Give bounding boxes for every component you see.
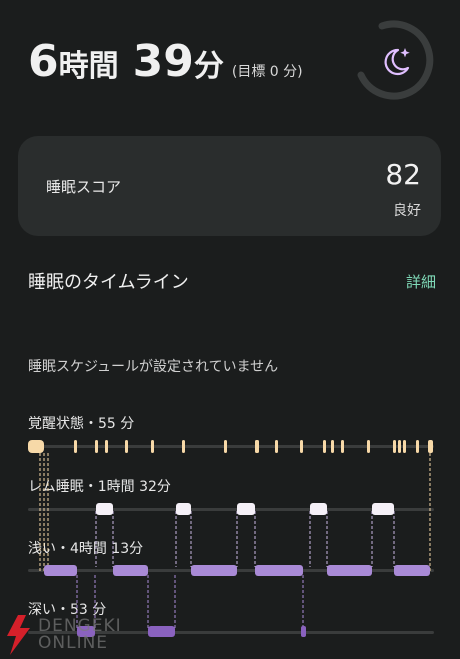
light-segment [44, 565, 77, 576]
light-segment [113, 565, 148, 576]
awake-segment [28, 440, 44, 453]
awake-segment [125, 440, 128, 453]
awake-segment [182, 440, 185, 453]
light-segment [327, 565, 372, 576]
deep-segment [148, 626, 175, 637]
awake-segment [428, 440, 433, 453]
awake-segment [398, 440, 401, 453]
awake-segment [331, 440, 334, 453]
awake-segment [275, 440, 278, 453]
deep-segment [301, 626, 306, 637]
awake-segment [367, 440, 370, 453]
light-segment [255, 565, 303, 576]
awake-segment [300, 440, 303, 453]
awake-segment [224, 440, 227, 453]
awake-segment [74, 440, 77, 453]
light-segment [191, 565, 237, 576]
awake-segment [151, 440, 154, 453]
awake-segment [105, 440, 108, 453]
light-segment [394, 565, 430, 576]
lightning-logo-icon [7, 615, 30, 655]
rem-segment [310, 503, 327, 515]
awake-segment [416, 440, 419, 453]
watermark-logo: DENGEKI ONLINE [4, 614, 122, 656]
awake-segment [95, 440, 98, 453]
rem-segment [96, 503, 113, 515]
rem-segment [176, 503, 191, 515]
rem-segment [237, 503, 255, 515]
awake-segment [341, 440, 344, 453]
rem-segment [372, 503, 394, 515]
awake-track [28, 445, 434, 448]
sleep-timeline-chart [28, 440, 434, 637]
awake-segment [393, 440, 396, 453]
awake-segment [323, 440, 326, 453]
stage-transitions [39, 453, 431, 628]
watermark-line2: ONLINE [38, 633, 109, 653]
awake-segment [403, 440, 406, 453]
awake-segment [255, 440, 259, 453]
